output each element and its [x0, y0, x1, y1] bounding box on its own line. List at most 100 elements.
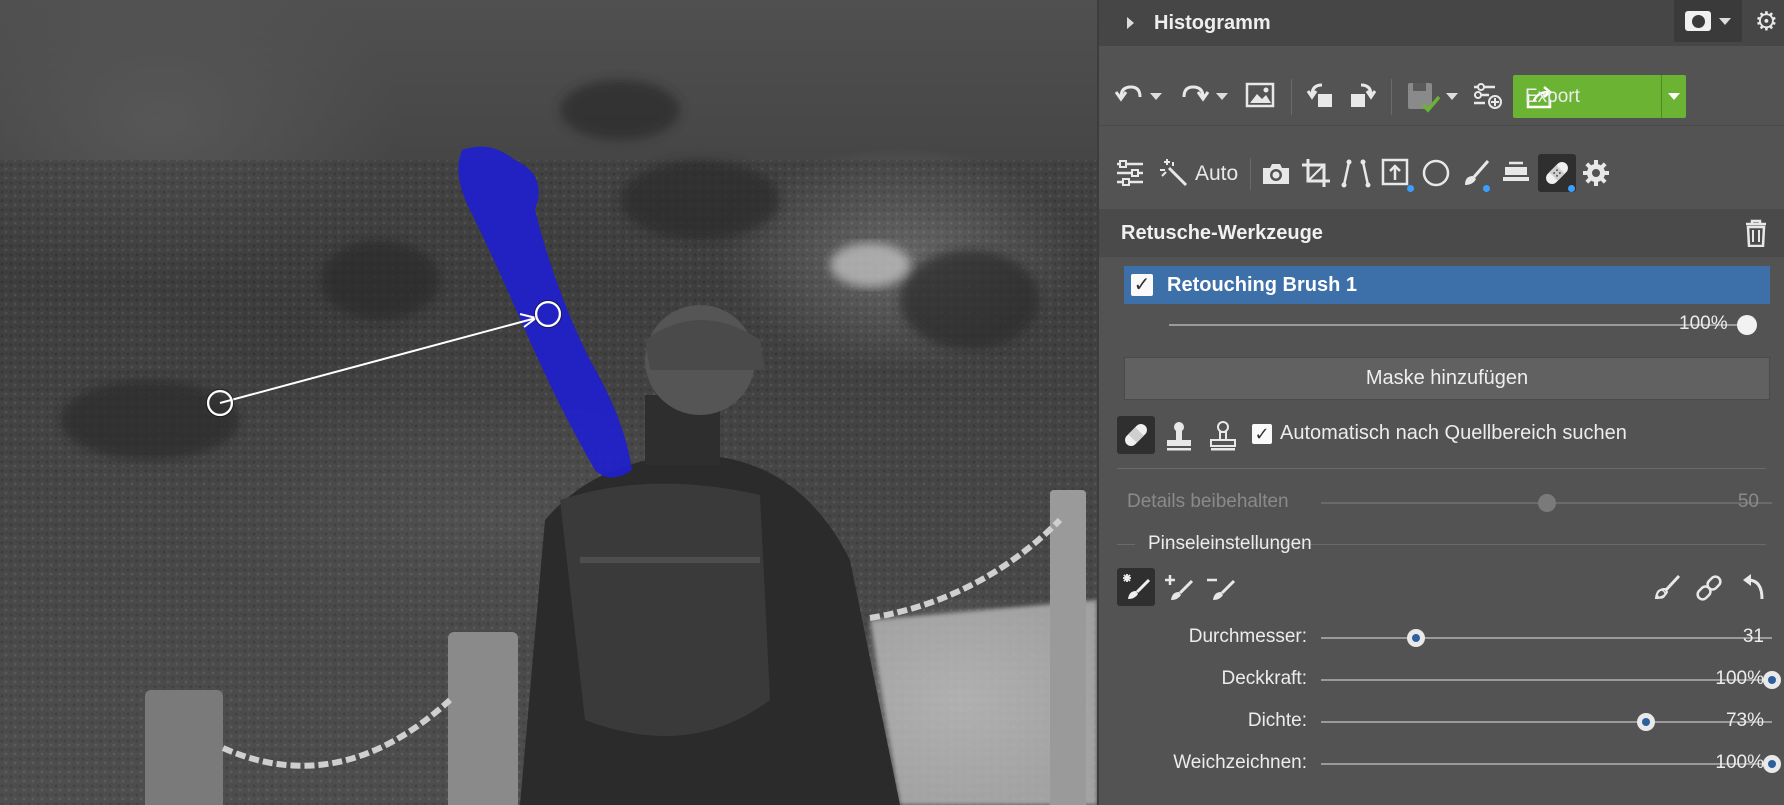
- layer-name: Retouching Brush 1: [1167, 273, 1358, 296]
- reset-brush-button[interactable]: [1735, 570, 1771, 606]
- delete-button[interactable]: [1744, 219, 1768, 252]
- clone-mode-button[interactable]: [1161, 418, 1197, 454]
- details-value: 50: [1737, 491, 1759, 512]
- chevron-down-icon: [1216, 92, 1228, 100]
- brush-star-icon: [1123, 574, 1151, 599]
- radial-filter-tool[interactable]: [1419, 156, 1453, 190]
- mask-view-button[interactable]: [1674, 0, 1742, 42]
- histogram-header[interactable]: Histogramm ⚙: [1099, 0, 1784, 46]
- slider-value: 100%: [1715, 668, 1764, 689]
- layer-opacity-value: 100%: [1679, 313, 1728, 334]
- stamp-eraser-icon: [1503, 161, 1529, 181]
- save-check-icon: [1408, 83, 1441, 113]
- slider-knob[interactable]: [1763, 755, 1781, 773]
- photo-canvas[interactable]: [0, 0, 1097, 805]
- auto-search-checkbox[interactable]: ✓: [1252, 423, 1272, 444]
- slider-label: Deckkraft:: [1221, 668, 1307, 689]
- compare-original-button[interactable]: [1242, 77, 1278, 113]
- tools-settings-button[interactable]: [1579, 156, 1613, 190]
- export-button[interactable]: Export: [1513, 75, 1686, 118]
- slider-knob[interactable]: [1406, 629, 1425, 647]
- stamp-outline-icon: [1210, 421, 1236, 451]
- export-settings-button[interactable]: [1469, 77, 1505, 113]
- auto-text: Auto: [1195, 162, 1239, 185]
- rotate-left-button[interactable]: [1304, 77, 1340, 113]
- retouch-tool[interactable]: [1538, 154, 1576, 192]
- slider-track: [1169, 324, 1747, 326]
- trash-icon: [1746, 219, 1766, 248]
- add-mask-button[interactable]: Maske hinzufügen: [1124, 357, 1770, 400]
- export-label: Export: [1525, 85, 1580, 107]
- auto-search-label: Automatisch nach Quellbereich suchen: [1280, 422, 1627, 444]
- bandage-icon: [1125, 424, 1147, 446]
- expand-triangle-icon[interactable]: [1127, 17, 1134, 29]
- crop-icon: [1302, 159, 1330, 187]
- undo-icon: [1114, 85, 1142, 102]
- slider-value: 31: [1742, 626, 1764, 647]
- redo-dropdown[interactable]: [1215, 91, 1229, 101]
- slider-knob[interactable]: [1763, 671, 1781, 689]
- auto-label[interactable]: Auto: [1195, 160, 1238, 188]
- redo-button[interactable]: [1177, 77, 1213, 113]
- undo-dropdown[interactable]: [1149, 91, 1163, 101]
- rotate-right-button[interactable]: [1343, 77, 1379, 113]
- details-label: Details beibehalten: [1127, 491, 1289, 512]
- brush-settings-icon: [1654, 574, 1681, 600]
- chevron-down-icon: [1446, 92, 1458, 100]
- right-panel: Histogramm ⚙ Export Auto Retusche-Werkze…: [1097, 0, 1784, 805]
- adjustments-tool[interactable]: [1113, 156, 1147, 190]
- heal-mode-button[interactable]: [1117, 416, 1155, 454]
- brush-minus-icon: [1207, 578, 1236, 600]
- stamp-icon: [1167, 422, 1191, 451]
- brush-plus-icon: [1165, 575, 1194, 600]
- crop-tool[interactable]: [1299, 156, 1333, 190]
- circle-icon: [1422, 159, 1450, 187]
- slider-label: Dichte:: [1247, 710, 1307, 731]
- active-dot: [1407, 185, 1414, 192]
- chevron-down-icon: [1719, 17, 1731, 25]
- layer-visibility-checkbox[interactable]: ✓: [1131, 274, 1153, 296]
- slider-label: Weichzeichnen:: [1173, 752, 1307, 773]
- auto-enhance-button[interactable]: [1157, 156, 1191, 190]
- slider-knob[interactable]: [1636, 713, 1655, 731]
- brush-tool[interactable]: [1459, 156, 1493, 192]
- perspective-tool[interactable]: [1339, 156, 1373, 190]
- paintbrush-icon: [1465, 160, 1490, 185]
- link-brush-button[interactable]: [1691, 570, 1727, 606]
- brush-paint-mode-button[interactable]: [1117, 568, 1155, 606]
- histogram-title: Histogramm: [1154, 11, 1271, 34]
- chevron-down-icon: [1668, 93, 1680, 100]
- bandage-icon: [1546, 162, 1568, 184]
- auto-search-option[interactable]: ✓ Automatisch nach Quellbereich suchen: [1252, 422, 1627, 445]
- save-dropdown[interactable]: [1445, 91, 1459, 101]
- divider: [1117, 544, 1135, 545]
- graduated-filter-tool[interactable]: [1379, 156, 1414, 192]
- save-button[interactable]: [1403, 77, 1443, 117]
- clone-outline-mode-button[interactable]: [1205, 418, 1241, 454]
- sliders-icon: [1117, 160, 1143, 186]
- camera-tool[interactable]: [1259, 156, 1293, 190]
- camera-icon: [1263, 164, 1289, 184]
- brush-subtract-mode-button[interactable]: [1203, 570, 1239, 606]
- active-dot: [1483, 185, 1490, 192]
- layer-retouching-brush-1[interactable]: ✓ Retouching Brush 1: [1124, 266, 1770, 304]
- export-dropdown[interactable]: [1661, 75, 1686, 118]
- undo-button[interactable]: [1111, 77, 1147, 113]
- photo-content: [0, 80, 1097, 805]
- section-title: Retusche-Werkzeuge: [1121, 221, 1323, 244]
- brush-add-mode-button[interactable]: [1161, 570, 1197, 606]
- eraser-tool[interactable]: [1499, 156, 1533, 190]
- gear-icon: [1583, 160, 1609, 186]
- mask-icon: [1685, 11, 1711, 31]
- sliders-plus-icon: [1474, 83, 1502, 109]
- tools-toolbar: Auto: [1099, 140, 1784, 208]
- image-icon: [1245, 82, 1275, 108]
- perspective-icon: [1341, 159, 1371, 188]
- clearing: [830, 243, 910, 287]
- slider-value: 100%: [1715, 752, 1764, 773]
- brush-presets-button[interactable]: [1649, 570, 1685, 606]
- settings-gear-icon[interactable]: ⚙: [1755, 8, 1778, 34]
- divider: [1117, 468, 1766, 469]
- retouch-section-header: Retusche-Werkzeuge: [1099, 209, 1784, 257]
- chevron-down-icon: [1150, 92, 1162, 100]
